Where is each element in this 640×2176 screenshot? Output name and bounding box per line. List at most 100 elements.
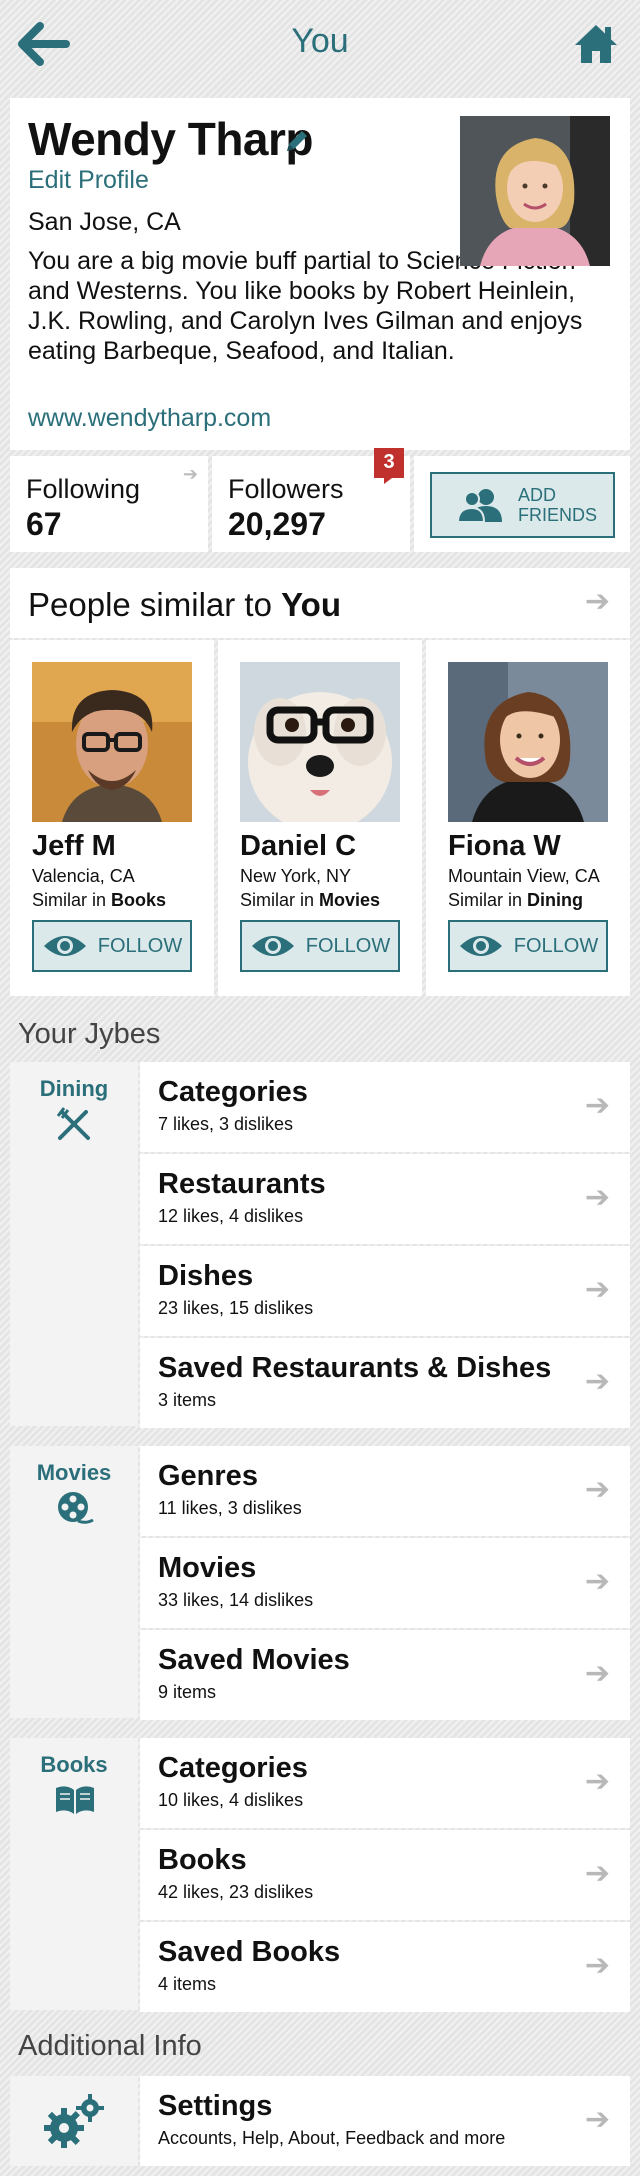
item-title: Movies [158,1552,257,1584]
arrow-right-icon: ➔ [584,1949,610,1982]
similar-category: Movies [319,890,381,910]
person-name: Daniel C [240,830,357,862]
person-location: New York, NY [240,866,352,886]
arrow-right-icon: ➔ [584,585,610,618]
follow-button[interactable]: FOLLOW [32,920,192,972]
arrow-right-icon: ➔ [584,1765,610,1798]
back-arrow-icon [18,22,70,66]
arrow-right-icon: ➔ [584,1473,610,1506]
settings-subtitle: Accounts, Help, About, Feedback and more [158,2128,506,2148]
similar-title-prefix: People similar to [28,586,282,623]
arrow-right-icon: ➔ [182,464,198,484]
eye-icon [459,936,502,956]
person-card[interactable]: Daniel C New York, NY Similar in Movies … [218,640,422,996]
followers-label: Followers [228,474,344,504]
additional-info-heading: Additional Info [18,2030,202,2062]
pencil-icon[interactable] [282,126,312,156]
similar-category: Dining [527,890,584,910]
profile-location: San Jose, CA [28,208,181,236]
open-book-icon [56,1786,94,1814]
similar-category: Books [111,890,167,910]
follow-label: FOLLOW [97,934,183,957]
profile-card: Wendy Tharp Edit Profile San Jose, CA Yo… [10,98,630,450]
back-button[interactable] [14,16,74,72]
follow-button[interactable]: FOLLOW [448,920,608,972]
item-subtitle: 9 items [158,1682,217,1702]
item-title: Saved Restaurants & Dishes [158,1352,552,1384]
person-name: Jeff M [32,830,116,862]
jybe-item[interactable]: Categories 7 likes, 3 dislikes ➔ [140,1062,630,1152]
jybe-item[interactable]: Genres 11 likes, 3 dislikes ➔ [140,1446,630,1536]
item-title: Genres [158,1460,258,1492]
item-subtitle: 23 likes, 15 dislikes [158,1298,314,1318]
item-subtitle: 12 likes, 4 dislikes [158,1206,304,1226]
jybe-item[interactable]: Saved Restaurants & Dishes 3 items ➔ [140,1338,630,1428]
person-card[interactable]: Fiona W Mountain View, CA Similar in Din… [426,640,630,996]
similar-prefix: Similar in [448,890,528,910]
arrow-right-icon: ➔ [584,1565,610,1598]
jybe-item[interactable]: Dishes 23 likes, 15 dislikes ➔ [140,1246,630,1336]
people-similar-title: People similar to You [28,586,341,624]
item-title: Dishes [158,1260,254,1292]
badge-count: 3 [383,451,395,473]
item-subtitle: 42 likes, 23 dislikes [158,1882,314,1902]
person-location: Valencia, CA [32,866,135,886]
books-title: Books [40,1752,108,1777]
follow-button[interactable]: FOLLOW [240,920,400,972]
profile-website-link[interactable]: www.wendytharp.com [28,404,271,433]
notification-badge: 3 [374,448,404,484]
person-name: Fiona W [448,830,561,862]
jybe-item[interactable]: Saved Movies 9 items ➔ [140,1630,630,1720]
arrow-right-icon: ➔ [584,1089,610,1122]
person-similar-in: Similar in Books [32,890,166,911]
books-group-label: Books [10,1738,138,2010]
eye-icon [43,936,86,956]
person-similar-in: Similar in Movies [240,890,380,911]
item-subtitle: 4 items [158,1974,217,1994]
person-avatar [240,662,400,822]
top-bar: You [0,0,640,90]
followers-count: 20,297 [228,506,326,542]
jybe-item[interactable]: Saved Books 4 items ➔ [140,1922,630,2012]
page-title: You [291,22,349,60]
following-stat[interactable]: Following 67 ➔ [10,456,208,552]
follow-label: FOLLOW [305,934,391,957]
similar-prefix: Similar in [240,890,320,910]
home-button[interactable] [566,16,626,72]
movies-group-label: Movies [10,1446,138,1718]
item-subtitle: 33 likes, 14 dislikes [158,1590,314,1610]
jybe-item[interactable]: Restaurants 12 likes, 4 dislikes ➔ [140,1154,630,1244]
add-friends-label: ADD FRIENDS [518,485,598,525]
following-label: Following [26,474,141,504]
item-title: Saved Books [158,1936,341,1968]
edit-profile-link[interactable]: Edit Profile [28,166,149,195]
item-title: Categories [158,1076,308,1108]
profile-avatar [460,116,610,266]
settings-item[interactable]: Settings Accounts, Help, About, Feedback… [140,2076,630,2166]
following-count: 67 [26,506,62,542]
dining-group-label: Dining [10,1062,138,1426]
item-title: Restaurants [158,1168,326,1200]
arrow-right-icon: ➔ [584,1365,610,1398]
settings-title: Settings [158,2090,273,2122]
people-similar-header[interactable]: People similar to You ➔ [10,568,630,638]
jybe-item[interactable]: Movies 33 likes, 14 dislikes ➔ [140,1538,630,1628]
person-avatar [448,662,608,822]
add-friends-button[interactable]: ADD FRIENDS [430,472,615,538]
person-location: Mountain View, CA [448,866,600,886]
eye-icon [251,936,294,956]
item-subtitle: 11 likes, 3 dislikes [158,1498,302,1518]
jybe-item[interactable]: Books 42 likes, 23 dislikes ➔ [140,1830,630,1920]
arrow-right-icon: ➔ [584,2103,610,2136]
jybe-item[interactable]: Categories 10 likes, 4 dislikes ➔ [140,1738,630,1828]
settings-icon-panel [10,2076,138,2166]
item-subtitle: 10 likes, 4 dislikes [158,1790,304,1810]
fork-knife-icon [56,1107,90,1140]
follow-label: FOLLOW [513,934,599,957]
arrow-right-icon: ➔ [584,1857,610,1890]
people-icon [456,489,502,522]
person-card[interactable]: Jeff M Valencia, CA Similar in Books FOL… [10,640,214,996]
item-title: Saved Movies [158,1644,350,1676]
arrow-right-icon: ➔ [584,1181,610,1214]
film-reel-icon [58,1492,94,1524]
